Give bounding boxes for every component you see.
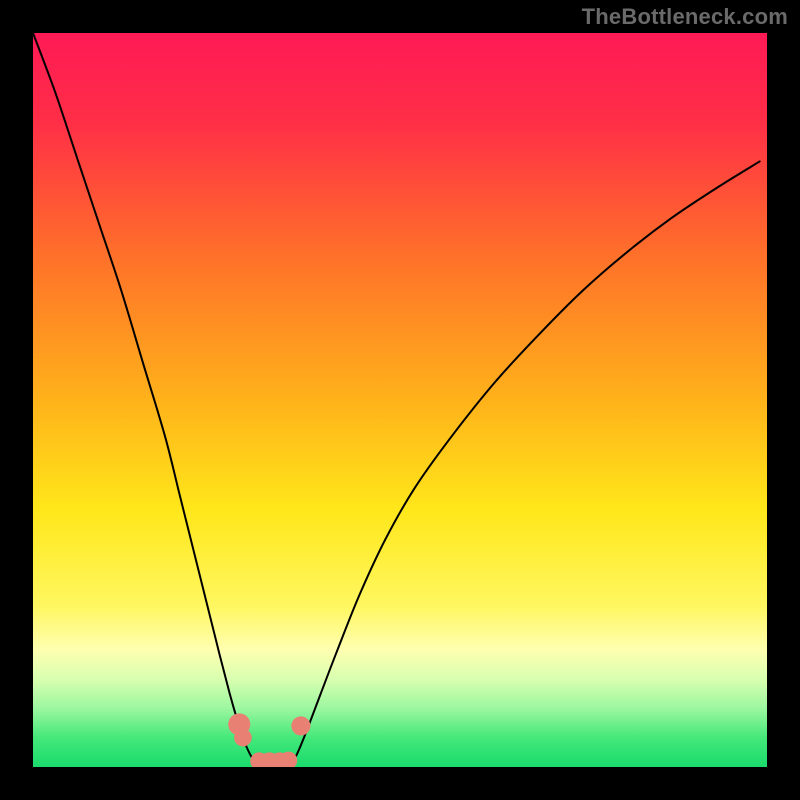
data-marker [291,716,310,735]
chart-background [33,33,767,767]
chart-frame: TheBottleneck.com [0,0,800,800]
chart-plot-area [33,33,767,767]
data-marker [234,729,252,747]
chart-svg [33,33,767,767]
watermark-text: TheBottleneck.com [582,4,788,30]
